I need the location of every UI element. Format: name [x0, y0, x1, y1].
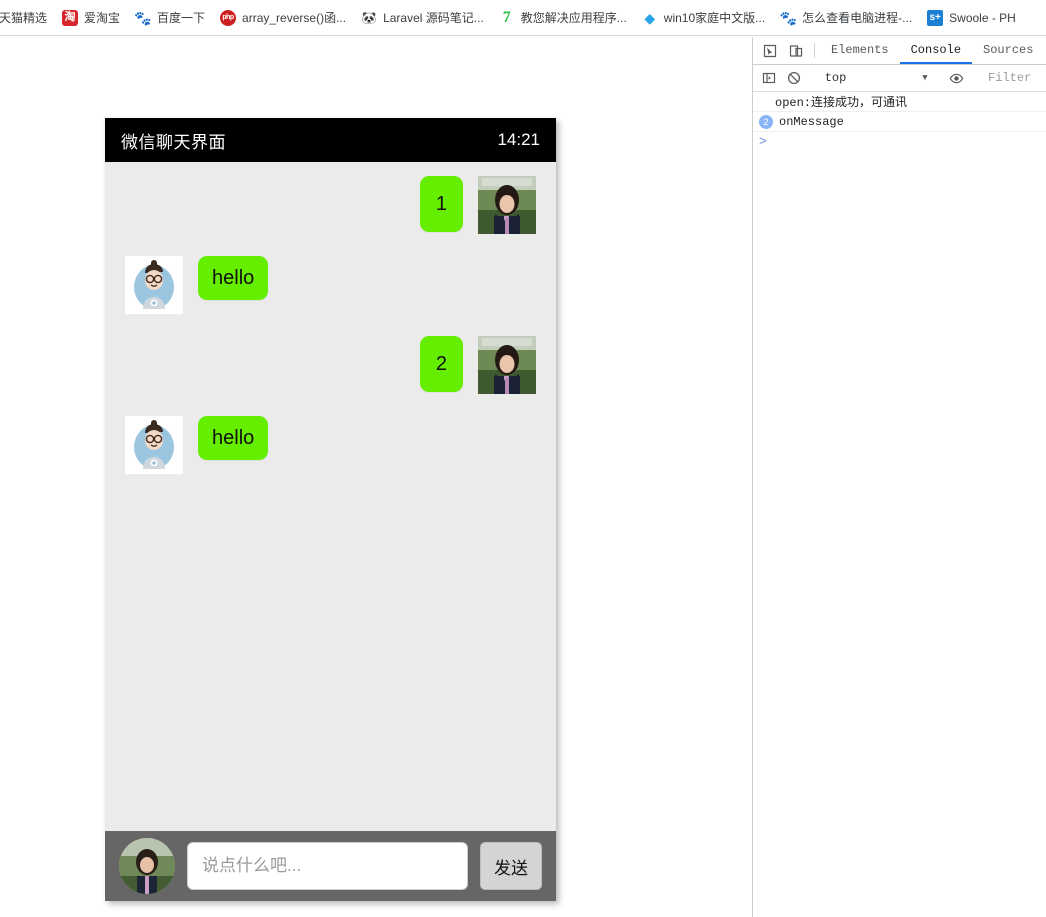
message-row-incoming: hello: [125, 416, 536, 474]
girl-photo-avatar[interactable]: [478, 336, 536, 394]
bookmark-item[interactable]: 7 教您解决应用程序...: [492, 6, 634, 30]
bookmark-label: 爱淘宝: [84, 11, 121, 25]
bookmark-item[interactable]: s+ Swoole - PH: [920, 6, 1023, 30]
windows-icon: ◆: [644, 9, 656, 26]
seven-icon: 7: [502, 9, 511, 26]
swoole-icon: s+: [927, 9, 944, 26]
current-user-avatar[interactable]: [119, 838, 175, 894]
send-button[interactable]: 发送: [480, 842, 542, 890]
bookmark-label: win10家庭中文版...: [663, 11, 766, 25]
devtools-tabbar: Elements Console Sources: [753, 37, 1046, 65]
console-prompt[interactable]: >: [753, 132, 1046, 152]
console-filter-input[interactable]: [986, 70, 1046, 86]
message-bubble[interactable]: hello: [198, 256, 269, 300]
bookmark-label: 天猫精选: [0, 11, 48, 25]
bookmark-label: 怎么查看电脑进程-...: [802, 11, 913, 25]
chevron-down-icon: ▼: [922, 73, 928, 83]
chat-title: 微信聊天界面: [121, 132, 226, 152]
girl-photo-avatar[interactable]: [478, 176, 536, 234]
bookmark-label: 教您解决应用程序...: [520, 11, 627, 25]
baidu-icon: 🐾: [135, 9, 152, 26]
bookmark-label: array_reverse()函...: [242, 11, 347, 25]
tab-elements[interactable]: Elements: [820, 37, 900, 64]
bookmark-item[interactable]: 猫天猫精选: [0, 6, 54, 30]
message-row-outgoing: 2: [125, 336, 536, 394]
chat-status-time: 14:21: [497, 130, 540, 149]
bookmark-item[interactable]: php array_reverse()函...: [213, 6, 353, 30]
message-bubble[interactable]: 1: [419, 176, 463, 232]
bookmark-label: 百度一下: [157, 11, 206, 25]
cartoon-man-avatar[interactable]: [125, 416, 183, 474]
laravel-icon: 🐼: [361, 9, 378, 26]
console-repeat-count-badge: 2: [759, 114, 773, 129]
console-filter-bar: top ▼: [753, 65, 1046, 92]
console-sidebar-toggle-icon[interactable]: [757, 71, 781, 85]
taobao-icon: 淘: [62, 9, 79, 26]
console-message-row[interactable]: open:连接成功，可通讯: [753, 92, 1046, 112]
console-output[interactable]: open:连接成功，可通讯 2 onMessage >: [753, 92, 1046, 917]
chat-message-list[interactable]: 1 hello 2 hello: [105, 162, 556, 831]
message-input[interactable]: [187, 842, 468, 890]
message-row-outgoing: 1: [125, 176, 536, 234]
clear-console-icon[interactable]: [781, 71, 805, 85]
console-context-selector[interactable]: top ▼: [817, 71, 934, 85]
tab-sources[interactable]: Sources: [972, 37, 1044, 64]
tab-console[interactable]: Console: [899, 37, 973, 64]
bookmark-item[interactable]: 淘爱淘宝: [55, 6, 127, 30]
console-message-text: open:连接成功，可通讯: [775, 96, 908, 110]
bookmark-item[interactable]: 🐾 百度一下: [128, 6, 212, 30]
toolbar-divider: [814, 43, 815, 58]
message-bubble[interactable]: hello: [198, 416, 269, 460]
message-bubble[interactable]: 2: [419, 336, 463, 392]
inspect-element-icon[interactable]: [757, 37, 783, 64]
message-row-incoming: hello: [125, 256, 536, 314]
php-icon: php: [220, 9, 237, 26]
browser-bookmark-bar: 猫天猫精选淘爱淘宝 🐾 百度一下 php array_reverse()函... 🐼 Lar…: [0, 0, 1046, 36]
baidu-icon: 🐾: [780, 9, 797, 26]
wechat-chat-window: 微信聊天界面 14:21 1 hello 2 hello 发送: [105, 118, 556, 901]
console-context-value: top: [824, 71, 847, 85]
console-message-row[interactable]: 2 onMessage: [753, 112, 1046, 132]
device-toolbar-icon[interactable]: [783, 37, 809, 64]
bookmark-label: Swoole - PH: [949, 10, 1016, 25]
bookmark-item[interactable]: 🐾 怎么查看电脑进程-...: [773, 6, 919, 30]
bookmark-label: Laravel 源码笔记...: [383, 11, 484, 25]
chat-header: 微信聊天界面 14:21: [105, 118, 556, 162]
console-message-text: onMessage: [779, 114, 844, 129]
console-settings-eye-icon[interactable]: [945, 71, 969, 86]
bookmark-item[interactable]: ◆ win10家庭中文版...: [635, 6, 772, 30]
chat-input-bar: 发送: [105, 831, 556, 901]
cartoon-man-avatar[interactable]: [125, 256, 183, 314]
devtools-panel: Elements Console Sources top ▼ Filter op…: [752, 37, 1046, 917]
bookmark-item[interactable]: 🐼 Laravel 源码笔记...: [354, 6, 491, 30]
